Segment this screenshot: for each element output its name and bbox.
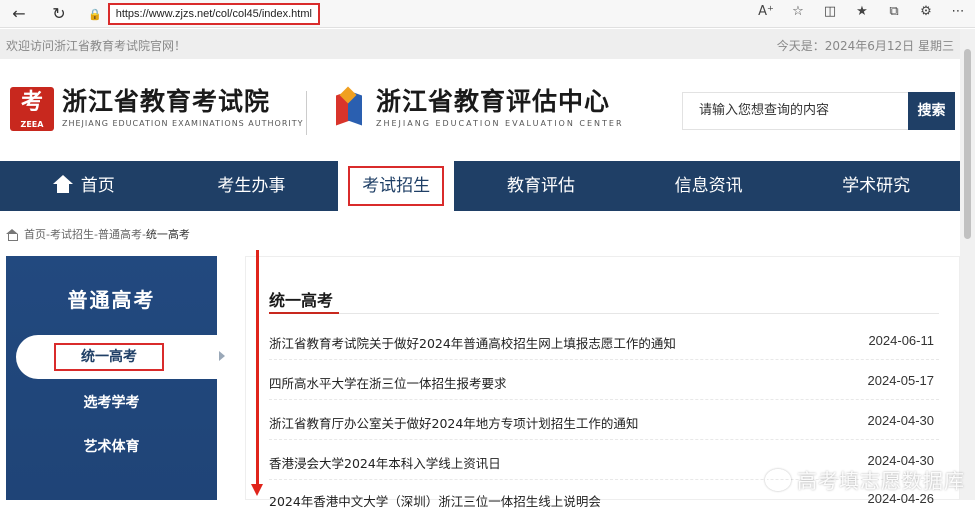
nav-item-candidate-services[interactable]: 考生办事	[168, 161, 336, 211]
favorite-star-icon[interactable]: ☆	[789, 4, 807, 19]
logo-divider	[306, 91, 307, 135]
watermark: 高考填志愿数据库	[765, 465, 965, 494]
chevron-right-icon	[219, 351, 225, 361]
collections-icon[interactable]: ⧉	[885, 4, 903, 19]
extensions-icon[interactable]: ⚙	[917, 4, 935, 19]
nav-item-home[interactable]: 首页	[0, 161, 168, 211]
scroll-annotation-arrow-icon	[251, 484, 263, 496]
search-input[interactable]: 请输入您想查询的内容	[682, 92, 908, 130]
nav-item-education-evaluation[interactable]: 教育评估	[457, 161, 625, 211]
sidebar-item-label: 统一高考	[54, 343, 164, 371]
evaluation-center-logo-icon	[332, 87, 368, 131]
title-divider	[269, 313, 939, 314]
logo2-chinese-name: 浙江省教育评估中心	[376, 87, 624, 117]
browser-toolbar: ← ↻ 🔒 https://www.zjzs.net/col/col45/ind…	[0, 0, 975, 28]
breadcrumb-current: 统一高考	[146, 226, 190, 242]
evaluation-center-logo[interactable]: 浙江省教育评估中心 ZHEJIANG EDUCATION EVALUATION …	[332, 87, 624, 131]
news-title[interactable]: 四所高水平大学在浙三位一体招生报考要求	[269, 373, 507, 392]
address-bar[interactable]: 🔒 https://www.zjzs.net/col/col45/index.h…	[88, 3, 320, 25]
news-title[interactable]: 2024年香港中文大学（深圳）浙江三位一体招生线上说明会	[269, 491, 601, 510]
read-aloud-icon[interactable]: A⁺	[757, 4, 775, 19]
nav-item-exam-admissions[interactable]: 考试招生	[338, 161, 454, 211]
page-scrollbar[interactable]	[960, 29, 975, 500]
lock-icon: 🔒	[88, 8, 102, 21]
sidebar-item-elective-exam[interactable]: 选考学考	[6, 392, 217, 412]
main-navigation: 首页 考生办事 考试招生 教育评估 信息资讯 学术研究	[0, 161, 960, 211]
content-title: 统一高考	[269, 287, 333, 311]
sidebar-item-art-sports[interactable]: 艺术体育	[6, 436, 217, 456]
url-text[interactable]: https://www.zjzs.net/col/col45/index.htm…	[108, 3, 320, 25]
news-title[interactable]: 浙江省教育考试院关于做好2024年普通高校招生网上填报志愿工作的通知	[269, 333, 676, 352]
news-date: 2024-04-30	[868, 413, 935, 428]
list-item[interactable]: 四所高水平大学在浙三位一体招生报考要求 2024-05-17	[269, 369, 934, 395]
logo1-chinese-name: 浙江省教育考试院	[62, 87, 304, 117]
back-arrow-icon[interactable]: ←	[6, 1, 32, 27]
welcome-text: 欢迎访问浙江省教育考试院官网！	[6, 37, 186, 54]
weibo-icon	[765, 469, 791, 491]
logo2-english-name: ZHEJIANG EDUCATION EVALUATION CENTER	[376, 119, 624, 128]
news-date: 2024-06-11	[868, 333, 934, 348]
news-date: 2024-05-17	[868, 373, 935, 388]
site-header: 考 ZEEA 浙江省教育考试院 ZHEJIANG EDUCATION EXAMI…	[0, 59, 960, 161]
title-accent-bar	[269, 312, 339, 314]
breadcrumb: 首页-考试招生-普通高考- 统一高考	[6, 226, 190, 242]
row-divider	[269, 359, 939, 360]
split-screen-icon[interactable]: ◫	[821, 4, 839, 19]
nav-item-news[interactable]: 信息资讯	[625, 161, 793, 211]
news-title[interactable]: 香港浸会大学2024年本科入学线上资讯日	[269, 453, 501, 472]
sidebar-title: 普通高考	[6, 284, 217, 313]
sidebar-item-unified-exam[interactable]: 统一高考	[16, 335, 227, 379]
zeea-logo-icon: 考 ZEEA	[10, 87, 54, 131]
sidebar: 普通高考 统一高考 选考学考 艺术体育	[6, 256, 217, 500]
top-info-strip: 欢迎访问浙江省教育考试院官网！ 今天是：2024年6月12日 星期三	[0, 29, 960, 59]
more-menu-icon[interactable]: ⋯	[949, 4, 967, 19]
site-search: 请输入您想查询的内容 搜索	[682, 92, 955, 130]
refresh-icon[interactable]: ↻	[46, 1, 72, 27]
news-list-panel: 统一高考 浙江省教育考试院关于做好2024年普通高校招生网上填报志愿工作的通知 …	[245, 256, 960, 500]
home-icon	[53, 175, 73, 193]
scroll-annotation-line	[256, 250, 259, 488]
logo1-english-name: ZHEJIANG EDUCATION EXAMINATIONS AUTHORIT…	[62, 119, 304, 128]
search-button[interactable]: 搜索	[908, 92, 955, 130]
list-item[interactable]: 浙江省教育厅办公室关于做好2024年地方专项计划招生工作的通知 2024-04-…	[269, 409, 934, 435]
breadcrumb-path[interactable]: 首页-考试招生-普通高考-	[24, 226, 146, 242]
scrollbar-thumb[interactable]	[964, 49, 971, 239]
favorites-icon[interactable]: ★	[853, 4, 871, 19]
row-divider	[269, 439, 939, 440]
news-title[interactable]: 浙江省教育厅办公室关于做好2024年地方专项计划招生工作的通知	[269, 413, 638, 432]
nav-item-research[interactable]: 学术研究	[792, 161, 960, 211]
row-divider	[269, 399, 939, 400]
breadcrumb-home-icon	[6, 229, 18, 240]
exam-authority-logo[interactable]: 考 ZEEA 浙江省教育考试院 ZHEJIANG EDUCATION EXAMI…	[10, 87, 304, 131]
date-text: 今天是：2024年6月12日 星期三	[777, 37, 954, 54]
list-item[interactable]: 浙江省教育考试院关于做好2024年普通高校招生网上填报志愿工作的通知 2024-…	[269, 329, 934, 355]
